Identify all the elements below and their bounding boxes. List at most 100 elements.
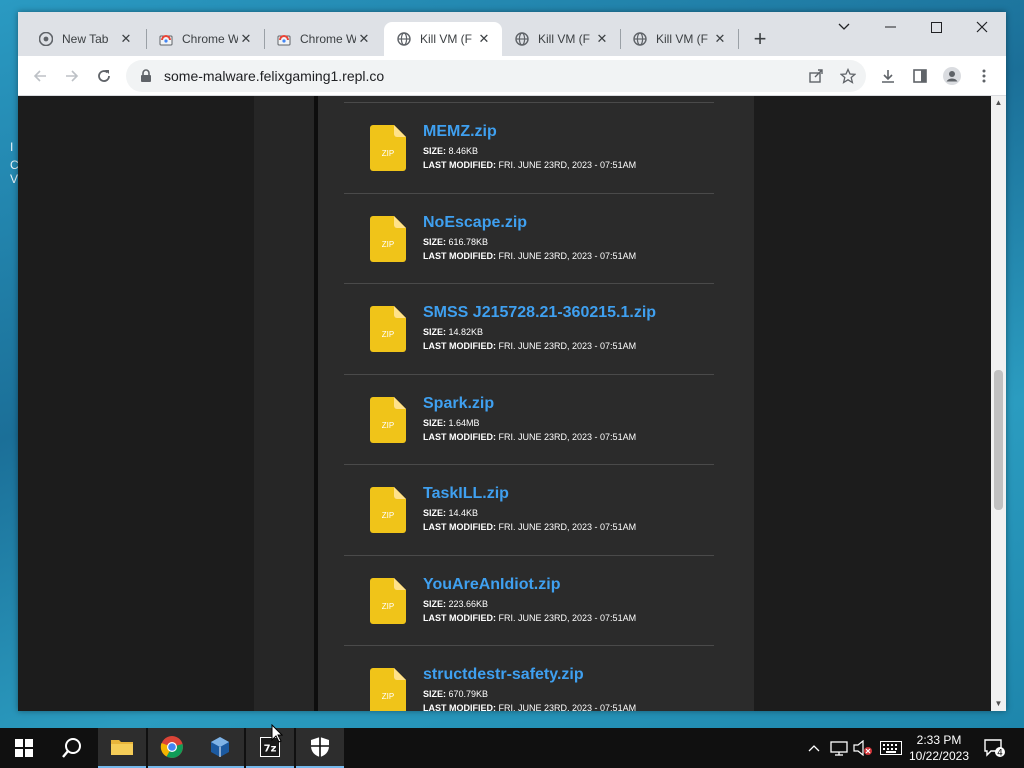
tab-chrome-web-store[interactable]: Chrome W ✕ bbox=[264, 22, 382, 56]
tab-search-icon[interactable] bbox=[821, 12, 867, 42]
tab-new-tab[interactable]: New Tab ✕ bbox=[26, 22, 144, 56]
modified-label: LAST MODIFIED: bbox=[423, 613, 496, 623]
scroll-down-arrow-icon[interactable]: ▼ bbox=[991, 697, 1006, 711]
chrome-icon bbox=[38, 31, 54, 47]
close-tab-icon[interactable]: ✕ bbox=[118, 31, 134, 47]
modified-label: LAST MODIFIED: bbox=[423, 432, 496, 442]
share-icon[interactable] bbox=[802, 62, 830, 90]
file-list-item: ZIP MEMZ.zip SIZE: 8.46KB LAST MODIFIED: FR… bbox=[344, 102, 714, 192]
zip-badge-text: ZIP bbox=[382, 421, 394, 430]
tab-title: Kill VM (F bbox=[420, 32, 472, 46]
size-label: SIZE: bbox=[423, 689, 447, 699]
file-list-item: ZIP SMSS J215728.21-360215.1.zip SIZE: 14.… bbox=[344, 283, 714, 373]
tab-kill-vm-active[interactable]: Kill VM (F ✕ bbox=[384, 22, 502, 56]
modified-label: LAST MODIFIED: bbox=[423, 160, 496, 170]
file-explorer-icon[interactable] bbox=[98, 728, 146, 768]
7zip-icon[interactable]: 7z bbox=[246, 728, 294, 768]
zip-file-icon[interactable]: ZIP bbox=[370, 306, 406, 352]
zip-file-icon[interactable]: ZIP bbox=[370, 216, 406, 262]
network-icon[interactable] bbox=[828, 728, 850, 768]
maximize-button[interactable] bbox=[913, 12, 959, 42]
keyboard-icon[interactable] bbox=[878, 728, 904, 768]
close-window-button[interactable] bbox=[959, 12, 1005, 42]
zip-file-icon[interactable]: ZIP bbox=[370, 578, 406, 624]
windows-start-icon[interactable] bbox=[0, 728, 48, 768]
tab-title: Kill VM (F bbox=[656, 32, 708, 46]
size-value: 670.79KB bbox=[448, 689, 489, 699]
close-tab-icon[interactable]: ✕ bbox=[594, 31, 610, 47]
file-list-item: ZIP NoEscape.zip SIZE: 616.78KB LAST MODIFI… bbox=[344, 193, 714, 283]
file-list-item: ZIP YouAreAnIdiot.zip SIZE: 223.66KB LAST M… bbox=[344, 555, 714, 645]
search-icon[interactable] bbox=[48, 728, 96, 768]
modified-value: FRI. JUNE 23RD, 2023 - 07:51AM bbox=[498, 160, 637, 170]
chrome-web-store-icon bbox=[158, 31, 174, 47]
mouse-cursor-icon bbox=[271, 723, 284, 744]
scrollbar-thumb[interactable] bbox=[994, 370, 1003, 510]
file-last-modified: LAST MODIFIED: FRI. JUNE 23RD, 2023 - 07… bbox=[423, 703, 636, 711]
volume-muted-icon[interactable] bbox=[852, 728, 874, 768]
file-name-link[interactable]: NoEscape.zip bbox=[423, 214, 527, 232]
zip-file-icon[interactable]: ZIP bbox=[370, 397, 406, 443]
address-bar[interactable]: some-malware.felixgaming1.repl.co bbox=[126, 60, 866, 92]
zip-file-icon[interactable]: ZIP bbox=[370, 487, 406, 533]
chrome-taskbar-icon[interactable] bbox=[148, 728, 196, 768]
clock-date: 10/22/2023 bbox=[908, 749, 970, 763]
close-tab-icon[interactable]: ✕ bbox=[238, 31, 254, 47]
virtualbox-icon[interactable] bbox=[196, 728, 244, 768]
size-value: 14.82KB bbox=[448, 327, 484, 337]
file-last-modified: LAST MODIFIED: FRI. JUNE 23RD, 2023 - 07… bbox=[423, 251, 636, 261]
file-last-modified: LAST MODIFIED: FRI. JUNE 23RD, 2023 - 07… bbox=[423, 432, 636, 442]
tab-title: Kill VM (F bbox=[538, 32, 590, 46]
size-label: SIZE: bbox=[423, 599, 447, 609]
side-panel-icon[interactable] bbox=[906, 62, 934, 90]
chrome-web-store-icon bbox=[276, 31, 292, 47]
size-value: 616.78KB bbox=[448, 237, 489, 247]
notification-center-icon[interactable]: 4 bbox=[980, 728, 1008, 768]
close-tab-icon[interactable]: ✕ bbox=[476, 31, 492, 47]
lock-icon[interactable] bbox=[140, 69, 154, 83]
page-content: ZIP MEMZ.zip SIZE: 8.46KB LAST MODIFIED: FR… bbox=[18, 96, 991, 711]
file-name-link[interactable]: SMSS J215728.21-360215.1.zip bbox=[423, 304, 656, 322]
scroll-up-arrow-icon[interactable]: ▲ bbox=[991, 96, 1006, 110]
file-name-link[interactable]: YouAreAnIdiot.zip bbox=[423, 576, 560, 594]
more-menu-icon[interactable] bbox=[970, 62, 998, 90]
size-value: 223.66KB bbox=[448, 599, 489, 609]
zip-file-icon[interactable]: ZIP bbox=[370, 668, 406, 711]
forward-button[interactable] bbox=[58, 62, 86, 90]
back-button[interactable] bbox=[26, 62, 54, 90]
vertical-scrollbar[interactable]: ▲ ▼ bbox=[991, 96, 1006, 711]
file-size: SIZE: 14.4KB bbox=[423, 508, 478, 518]
modified-value: FRI. JUNE 23RD, 2023 - 07:51AM bbox=[498, 613, 637, 623]
windows-security-icon[interactable] bbox=[296, 728, 344, 768]
file-name-link[interactable]: MEMZ.zip bbox=[423, 123, 497, 141]
file-size: SIZE: 223.66KB bbox=[423, 599, 488, 609]
tab-title: Chrome W bbox=[182, 32, 238, 46]
file-name-link[interactable]: TaskILL.zip bbox=[423, 485, 509, 503]
globe-icon bbox=[396, 31, 412, 47]
system-clock[interactable]: 2:33 PM 10/22/2023 bbox=[906, 732, 972, 764]
new-tab-button[interactable]: + bbox=[746, 26, 774, 54]
size-label: SIZE: bbox=[423, 146, 447, 156]
zip-badge-text: ZIP bbox=[382, 692, 394, 701]
tab-kill-vm[interactable]: Kill VM (F ✕ bbox=[620, 22, 738, 56]
show-hidden-icons-chevron-icon[interactable] bbox=[804, 728, 824, 768]
profile-avatar-icon[interactable] bbox=[938, 62, 966, 90]
tab-chrome-web-store[interactable]: Chrome W ✕ bbox=[146, 22, 264, 56]
download-icon[interactable] bbox=[874, 62, 902, 90]
reload-button[interactable] bbox=[90, 62, 118, 90]
modified-label: LAST MODIFIED: bbox=[423, 703, 496, 711]
desktop-icon-fragment: I bbox=[10, 140, 14, 154]
close-tab-icon[interactable]: ✕ bbox=[356, 31, 372, 47]
tab-kill-vm[interactable]: Kill VM (F ✕ bbox=[502, 22, 620, 56]
close-tab-icon[interactable]: ✕ bbox=[712, 31, 728, 47]
bookmark-star-icon[interactable] bbox=[834, 62, 862, 90]
size-label: SIZE: bbox=[423, 237, 447, 247]
zip-file-icon[interactable]: ZIP bbox=[370, 125, 406, 171]
minimize-button[interactable] bbox=[867, 12, 913, 42]
file-name-link[interactable]: Spark.zip bbox=[423, 395, 494, 413]
file-last-modified: LAST MODIFIED: FRI. JUNE 23RD, 2023 - 07… bbox=[423, 341, 636, 351]
file-name-link[interactable]: structdestr-safety.zip bbox=[423, 666, 584, 684]
taskbar: 7z 2:33 PM 10/22/2023 4 bbox=[0, 728, 1024, 768]
clock-time: 2:33 PM bbox=[916, 733, 962, 747]
file-size: SIZE: 670.79KB bbox=[423, 689, 488, 699]
